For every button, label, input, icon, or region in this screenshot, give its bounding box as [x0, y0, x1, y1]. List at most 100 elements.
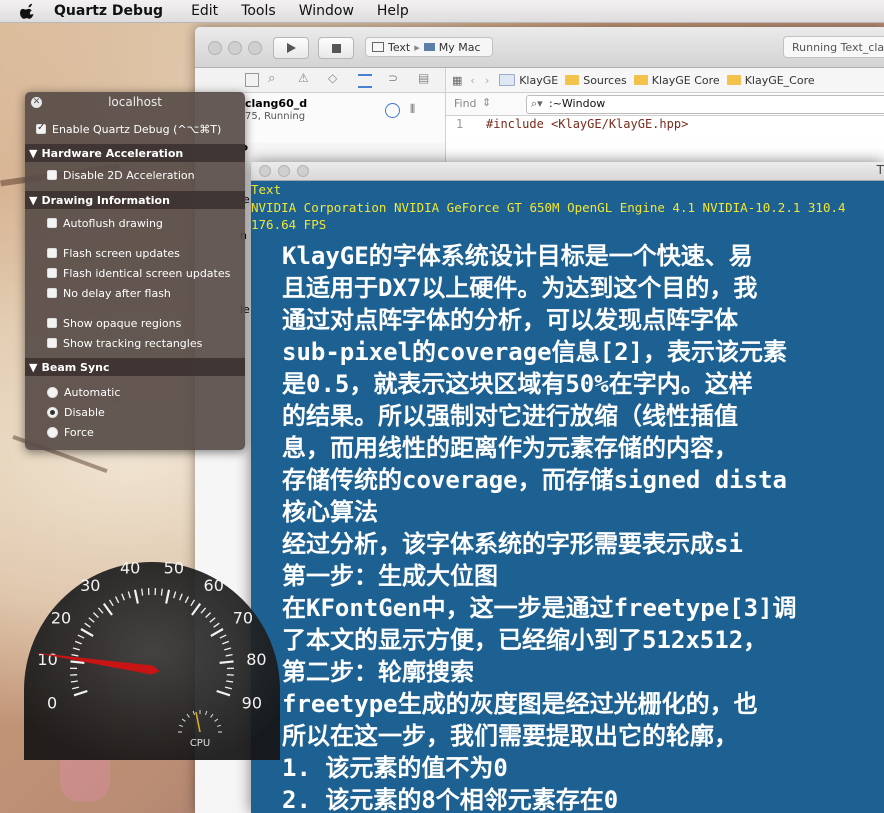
radio-button[interactable] — [47, 426, 58, 438]
find-input[interactable]: ⌕▾ :~Window — [526, 95, 884, 114]
minimize-button[interactable] — [228, 41, 242, 55]
checkbox[interactable] — [47, 338, 57, 348]
forward-arrow-icon[interactable]: › — [485, 74, 489, 87]
breadcrumb-item[interactable]: KlayGE Core — [633, 74, 720, 87]
text-line: 所以在这一步，我们需要提取出它的轮廓， — [282, 722, 738, 750]
gauge-tick — [160, 588, 163, 596]
gauge-tick-label: 40 — [120, 558, 140, 577]
render-canvas[interactable]: Text NVIDIA Corporation NVIDIA GeForce G… — [251, 181, 884, 813]
symbol-navigator-icon[interactable] — [245, 73, 259, 87]
breadcrumb-item[interactable]: KlayGE_Core — [726, 74, 815, 87]
checkbox[interactable] — [47, 218, 57, 228]
disclosure-triangle-icon: ▼ — [29, 193, 38, 207]
stop-button[interactable] — [318, 37, 354, 59]
autoflush-drawing-checkbox[interactable]: Autoflush drawing — [25, 213, 245, 233]
text-line: 且适用于DX7以上硬件。为达到这个目的，我 — [282, 274, 758, 302]
chevron-right-icon: ▸ — [414, 40, 420, 54]
beam-sync-automatic-radio[interactable]: Automatic — [25, 382, 245, 402]
related-items-icon[interactable]: ▦ — [452, 74, 462, 87]
thread-icon[interactable]: ⫴ — [410, 102, 415, 117]
find-bar: Find ⇕ ⌕▾ :~Window — [445, 93, 884, 116]
rendered-text-block: KlayGE的字体系统设计目标是一个快速、易 且适用于DX7以上硬件。为达到这个… — [282, 240, 797, 813]
menu-app-name[interactable]: Quartz Debug — [54, 3, 163, 19]
window-titlebar[interactable]: T — [251, 162, 884, 181]
beam-sync-force-radio[interactable]: Force — [25, 422, 245, 442]
checkbox-checked[interactable] — [36, 122, 46, 134]
scheme-target: Text — [388, 40, 411, 54]
app-icon — [372, 42, 384, 52]
menu-window[interactable]: Window — [299, 3, 354, 19]
breadcrumb-item[interactable]: KlayGE — [499, 74, 558, 87]
mac-icon — [423, 43, 435, 51]
radio-button-selected[interactable] — [47, 406, 58, 418]
search-icon[interactable]: ⌕ — [268, 71, 275, 86]
radio-button[interactable] — [47, 386, 58, 398]
gauge-icon[interactable] — [385, 103, 400, 118]
close-button[interactable] — [259, 165, 271, 177]
checkbox[interactable] — [47, 288, 57, 298]
breadcrumb-item[interactable]: Sources — [565, 74, 627, 87]
apple-icon[interactable] — [20, 3, 36, 19]
run-button[interactable] — [273, 37, 309, 59]
disclosure-triangle-icon: ▼ — [29, 360, 38, 374]
find-mode-label[interactable]: Find — [454, 97, 477, 110]
folder-icon — [565, 75, 580, 85]
scheme-device: My Mac — [438, 40, 481, 54]
menu-edit[interactable]: Edit — [191, 3, 218, 19]
window-title: T — [876, 163, 884, 177]
minimize-button[interactable] — [278, 165, 290, 177]
show-tracking-rectangles-checkbox[interactable]: Show tracking rectangles — [25, 333, 245, 353]
chevron-down-icon[interactable]: ⇕ — [482, 96, 491, 109]
checkbox-label: Enable Quartz Debug (^⌥⌘T) — [52, 122, 222, 136]
find-query: :~Window — [549, 97, 606, 110]
disable-2d-acceleration-checkbox[interactable]: Disable 2D Acceleration — [25, 165, 245, 185]
section-drawing-information[interactable]: ▼ Drawing Information — [25, 191, 245, 209]
text-line: 的结果。所以强制对它进行放缩（线性插值 — [282, 402, 738, 430]
fps-counter: 176.64 FPS — [251, 217, 327, 232]
show-opaque-regions-checkbox[interactable]: Show opaque regions — [25, 313, 245, 333]
gauge-tick-label: 70 — [233, 609, 253, 628]
beam-sync-disable-radio[interactable]: Disable — [25, 402, 245, 422]
checkbox[interactable] — [47, 248, 57, 258]
gauge-tick-label: 50 — [164, 558, 184, 577]
gauge-tick — [219, 660, 234, 664]
info-line: Text — [251, 182, 282, 197]
menu-tools[interactable]: Tools — [241, 3, 276, 19]
text-line: 核心算法 — [282, 498, 378, 526]
search-icon: ⌕▾ — [531, 97, 543, 110]
checkbox[interactable] — [47, 318, 57, 328]
gauge-tick — [141, 588, 144, 596]
panel-title: localhost — [108, 95, 162, 109]
gauge-tick-label: 10 — [37, 650, 57, 669]
section-beam-sync[interactable]: ▼ Beam Sync — [25, 358, 245, 376]
process-name: clang60_d — [245, 97, 308, 110]
breakpoint-icon[interactable]: ⊃ — [388, 71, 398, 85]
enable-quartz-debug-checkbox[interactable]: Enable Quartz Debug (^⌥⌘T) — [25, 119, 245, 139]
scheme-selector[interactable]: Text ▸ My Mac — [365, 37, 493, 57]
flash-identical-updates-checkbox[interactable]: Flash identical screen updates — [25, 263, 245, 283]
close-button[interactable] — [208, 41, 222, 55]
section-hardware-acceleration[interactable]: ▼ Hardware Acceleration — [25, 144, 245, 162]
zoom-button[interactable] — [248, 41, 262, 55]
debug-navigator-icon[interactable] — [358, 74, 372, 88]
quartz-debug-panel: ✕ localhost Enable Quartz Debug (^⌥⌘T) ▼… — [25, 92, 245, 450]
project-icon — [499, 74, 516, 86]
text-line: 第二步：轮廓搜索 — [282, 658, 474, 686]
zoom-button[interactable] — [297, 165, 309, 177]
test-icon[interactable]: ◇ — [328, 71, 337, 85]
text-line: 存储传统的coverage，而存储signed dista — [282, 466, 787, 494]
jump-bar: ▦ ‹ › KlayGE Sources KlayGE Core KlayGE_… — [445, 68, 884, 93]
flash-screen-updates-checkbox[interactable]: Flash screen updates — [25, 243, 245, 263]
gauge-tick-label: 90 — [242, 693, 262, 712]
warning-icon[interactable]: ⚠ — [298, 71, 309, 85]
menu-help[interactable]: Help — [377, 3, 409, 19]
info-overlay: Text NVIDIA Corporation NVIDIA GeForce G… — [251, 181, 846, 234]
text-line: sub-pixel的coverage信息[2]，表示该元素 — [282, 338, 787, 366]
checkbox[interactable] — [47, 268, 57, 278]
back-arrow-icon[interactable]: ‹ — [470, 74, 474, 87]
gauge-tick — [70, 660, 85, 664]
no-delay-after-flash-checkbox[interactable]: No delay after flash — [25, 283, 245, 303]
log-icon[interactable]: ▤ — [418, 71, 429, 85]
checkbox[interactable] — [47, 170, 57, 180]
text-line: 通过对点阵字体的分析，可以发现点阵字体 — [282, 306, 738, 334]
